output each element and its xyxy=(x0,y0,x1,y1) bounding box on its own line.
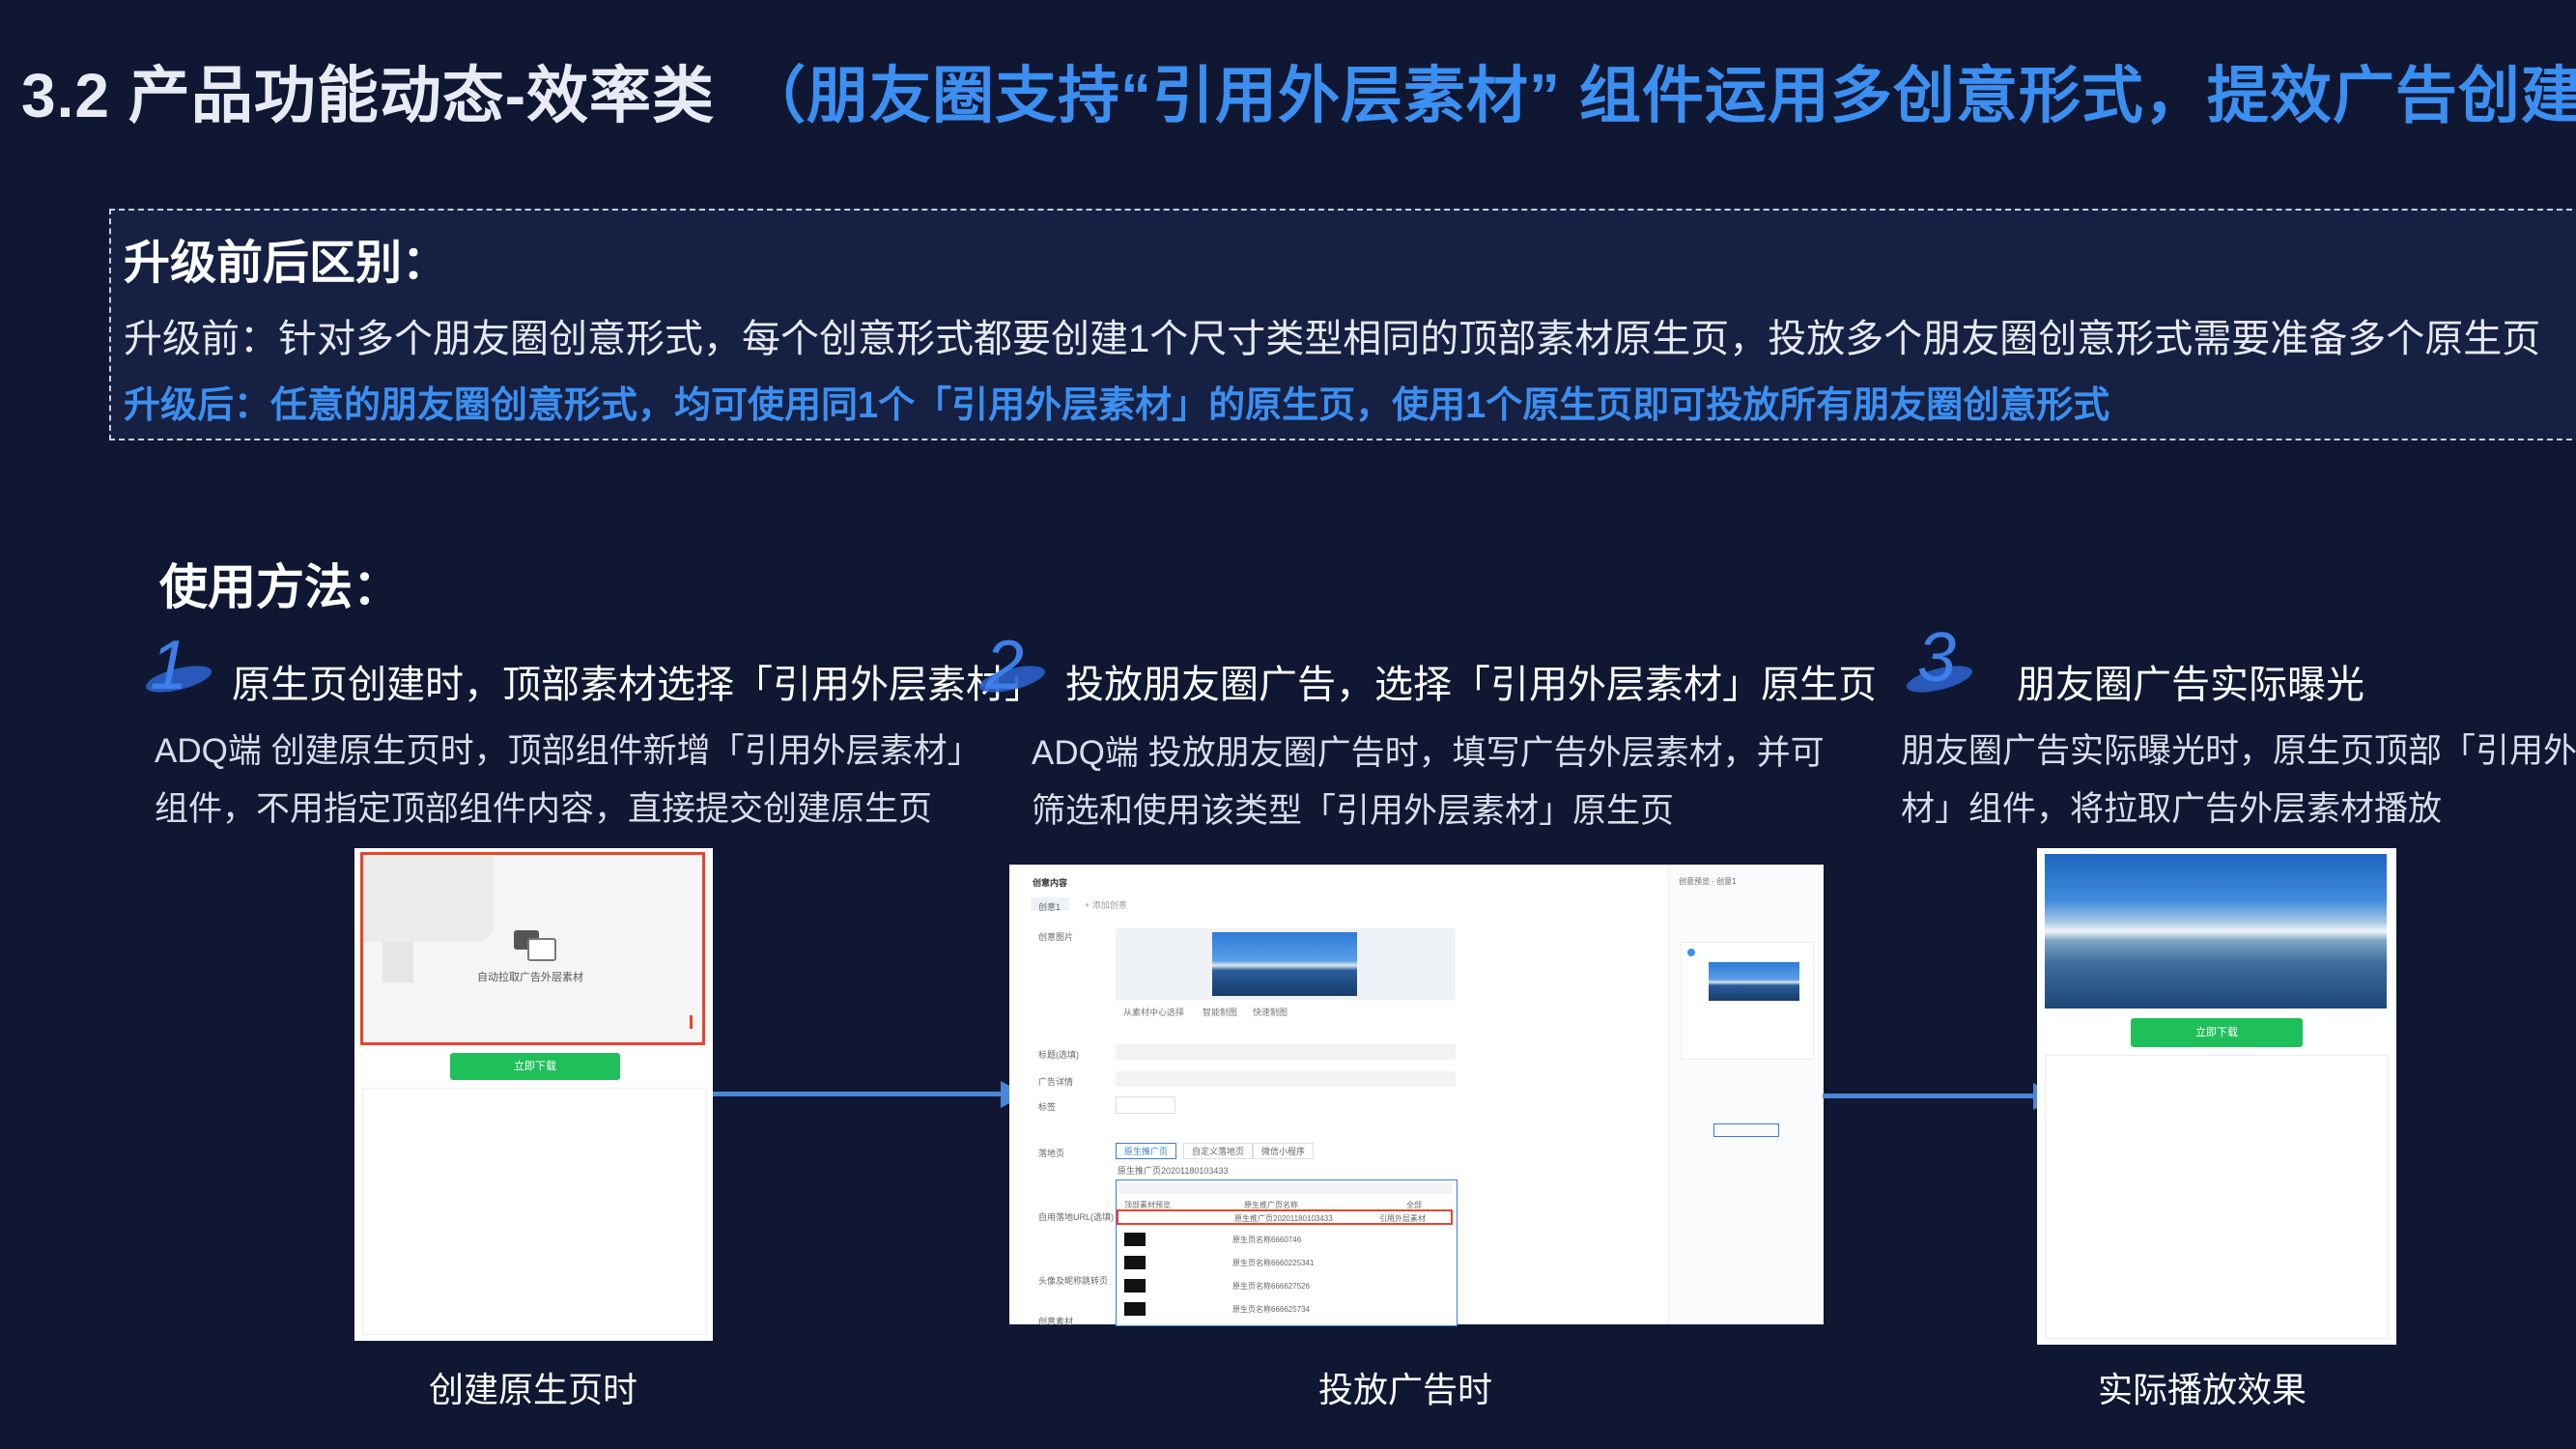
preview-card xyxy=(1681,942,1814,1060)
list-item-thumb xyxy=(1124,1279,1146,1293)
list-item-name[interactable]: 原生页名称666627526 xyxy=(1232,1281,1310,1292)
placeholder-arrow-icon xyxy=(382,942,413,982)
preview-button[interactable] xyxy=(1713,1123,1779,1137)
preview-header: 创意预览 - 创意1 xyxy=(1679,877,1737,886)
highlighted-list-item[interactable]: 原生推广页20201180103433 引用外层素材 xyxy=(1117,1209,1453,1225)
title-input[interactable] xyxy=(1116,1044,1456,1060)
dropdown-search-input[interactable] xyxy=(1118,1182,1453,1194)
list-item-thumb xyxy=(1124,1233,1146,1246)
title-sub: （朋友圈支持“引用外层素材” 组件运用多创意形式，提效广告创建） xyxy=(744,61,2576,130)
selected-native-page: 原生推广页20201180103433 xyxy=(1118,1166,1229,1176)
select-tag-button[interactable] xyxy=(1116,1096,1175,1114)
row-label-tag: 标签 xyxy=(1038,1102,1057,1112)
title-main: 3.2 产品功能动态-效率类 xyxy=(21,61,716,130)
detail-input[interactable] xyxy=(1116,1071,1456,1087)
row-label-avatar: 头像及昵称跳转页 xyxy=(1038,1276,1109,1286)
tab-creative-1-label: 创意1 xyxy=(1038,902,1062,912)
caption-create-page: 创建原生页时 xyxy=(428,1370,637,1409)
step-1-number: 1 xyxy=(150,627,189,704)
list-item-name[interactable]: 原生页名称666625734 xyxy=(1232,1304,1310,1315)
preview-image xyxy=(1709,962,1799,1001)
page-canvas xyxy=(362,1088,707,1335)
step-2-desc-line1: ADQ端 投放朋友圈广告时，填写广告外层素材，并可 xyxy=(1032,734,1825,772)
resize-handle[interactable] xyxy=(690,1015,693,1029)
link-from-library[interactable]: 从素材中心选择 xyxy=(1123,1006,1184,1018)
tab-creative-1[interactable]: 创意1 xyxy=(1031,897,1069,912)
arrow-2-line xyxy=(1823,1094,2035,1098)
avatar xyxy=(1687,949,1695,956)
comparison-heading: 升级前后区别： xyxy=(124,238,449,289)
add-creative-tab[interactable]: + 添加创意 xyxy=(1085,898,1127,911)
row-label-custom-url: 自用落地URL(选填) xyxy=(1038,1212,1114,1222)
creative-image-box[interactable] xyxy=(1116,928,1456,1000)
placeholder-shape xyxy=(363,855,494,942)
list-item-thumb xyxy=(1124,1256,1146,1269)
tab-native-page[interactable]: 原生推广页 xyxy=(1116,1143,1177,1159)
row-label-landing: 落地页 xyxy=(1038,1149,1065,1158)
tab-custom-landing[interactable]: 自定义落地页 xyxy=(1183,1143,1254,1159)
row-label-material: 创意素材 xyxy=(1038,1317,1074,1326)
slide-title: 3.2 产品功能动态-效率类 （朋友圈支持“引用外层素材” 组件运用多创意形式，提… xyxy=(21,46,2576,135)
download-button[interactable]: 立即下载 xyxy=(2131,1018,2303,1047)
step-3-number: 3 xyxy=(1917,619,1957,696)
row-label-image: 创意图片 xyxy=(1038,932,1074,942)
step-1-desc-line2: 组件，不用指定顶部组件内容，直接提交创建原生页 xyxy=(155,790,933,828)
ad-placement-panel: 创意内容 创意1 + 添加创意 创意图片 从素材中心选择 智能制图 快速制图 标… xyxy=(1009,865,1824,1326)
step-1-title: 原生页创建时，顶部素材选择「引用外层素材」 xyxy=(232,664,1043,706)
actual-playback-panel: 立即下载 xyxy=(2037,848,2396,1345)
step-2-number: 2 xyxy=(985,627,1025,704)
step-3-desc-line2: 材」组件，将拉取广告外层素材播放 xyxy=(1901,790,2443,828)
link-quick-design[interactable]: 快速制图 xyxy=(1253,1006,1288,1018)
creative-content-header: 创意内容 xyxy=(1033,878,1068,888)
creative-landscape-image xyxy=(1212,932,1357,996)
after-text: 升级后：任意的朋友圈创意形式，均可使用同1个「引用外层素材」的原生页，使用1个原… xyxy=(124,385,2110,426)
outer-material-image xyxy=(2045,854,2387,1009)
highlighted-item-tag: 引用外层素材 xyxy=(1379,1214,1426,1223)
step-3-title: 朋友圈广告实际曝光 xyxy=(2017,664,2364,706)
arrow-1-line xyxy=(713,1092,1003,1096)
list-item-thumb xyxy=(1124,1302,1146,1316)
row-label-detail: 广告详情 xyxy=(1038,1077,1074,1087)
link-smart-design[interactable]: 智能制图 xyxy=(1203,1006,1237,1018)
highlighted-item-name: 原生推广页20201180103433 xyxy=(1234,1214,1333,1223)
download-button[interactable]: 立即下载 xyxy=(450,1053,620,1080)
step-1-desc-line1: ADQ端 创建原生页时，顶部组件新增「引用外层素材」 xyxy=(155,732,981,770)
caption-actual-playback: 实际播放效果 xyxy=(2097,1370,2307,1409)
list-item-name[interactable]: 原生页名称6660225341 xyxy=(1232,1258,1315,1268)
before-text: 升级前：针对多个朋友圈创意形式，每个创意形式都要创建1个尺寸类型相同的顶部素材原… xyxy=(124,318,2541,360)
material-icon-overlay xyxy=(527,938,556,961)
top-material-placeholder[interactable]: 自动拉取广告外层素材 xyxy=(360,852,705,1045)
create-page-panel: 自动拉取广告外层素材 立即下载 xyxy=(354,848,713,1341)
tab-mini-program[interactable]: 微信小程序 xyxy=(1253,1143,1315,1159)
step-3-desc-line1: 朋友圈广告实际曝光时，原生页顶部「引用外层素 xyxy=(1901,732,2576,770)
placeholder-label: 自动拉取广告外层素材 xyxy=(477,972,583,983)
usage-heading: 使用方法： xyxy=(159,560,401,614)
preview-column: 创意预览 - 创意1 xyxy=(1668,865,1824,1324)
step-2-desc-line2: 筛选和使用该类型「引用外层素材」原生页 xyxy=(1032,792,1675,830)
page-canvas xyxy=(2045,1055,2389,1339)
row-label-title: 标题(选填) xyxy=(1038,1050,1079,1060)
caption-ad-placement: 投放广告时 xyxy=(1317,1370,1492,1409)
list-item-name[interactable]: 原生页名称6660746 xyxy=(1232,1235,1301,1245)
native-page-dropdown[interactable]: 顶部素材预览 原生推广页名称 全部 原生推广页20201180103433 引用… xyxy=(1116,1179,1458,1326)
step-2-title: 投放朋友圈广告，选择「引用外层素材」原生页 xyxy=(1065,664,1877,706)
